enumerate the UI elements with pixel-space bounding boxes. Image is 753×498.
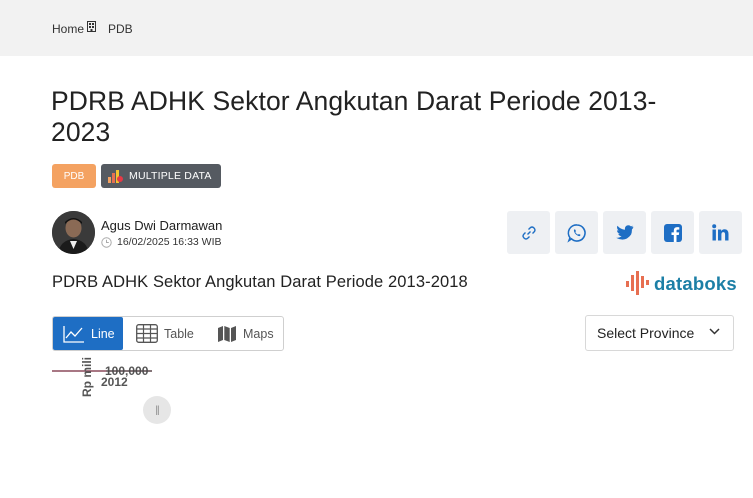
building-icon [87, 21, 97, 32]
share-twitter-button[interactable] [603, 211, 646, 254]
top-bar: Home PDB [0, 0, 753, 56]
chart-slider-handle[interactable]: || [143, 396, 171, 424]
tab-line-label: Line [91, 326, 115, 341]
map-icon [218, 325, 236, 342]
linkedin-icon [712, 224, 729, 241]
tab-line[interactable]: Line [53, 317, 123, 350]
line-chart: 100,000 2012 Rp mili [52, 357, 152, 397]
share-whatsapp-button[interactable] [555, 211, 598, 254]
multiple-data-label: MULTIPLE DATA [129, 170, 212, 182]
category-tag[interactable]: PDB [52, 164, 96, 188]
share-link-button[interactable] [507, 211, 550, 254]
databoks-logo-text: databoks [654, 273, 737, 294]
databoks-logo[interactable]: databoks [626, 271, 737, 297]
multiple-data-badge[interactable]: MULTIPLE DATA [101, 164, 221, 188]
breadcrumb: Home PDB [52, 21, 133, 36]
tab-maps[interactable]: Maps [217, 317, 274, 350]
y-axis-label: Rp mili [80, 357, 94, 397]
chevron-down-icon [709, 328, 720, 335]
publish-meta: 16/02/2025 16:33 WIB [101, 236, 222, 248]
clock-icon [101, 236, 112, 248]
line-chart-icon [63, 325, 84, 343]
province-select-value: Select Province [597, 325, 695, 341]
publish-datetime: 16/02/2025 16:33 WIB [117, 236, 222, 248]
avatar[interactable] [52, 211, 95, 254]
province-select[interactable]: Select Province [585, 315, 734, 351]
breadcrumb-home-link[interactable]: Home [52, 22, 84, 36]
twitter-icon [615, 225, 633, 240]
tab-table-label: Table [164, 326, 194, 341]
share-linkedin-button[interactable] [699, 211, 742, 254]
tab-maps-label: Maps [243, 326, 274, 341]
table-icon [136, 324, 158, 343]
chart-title: PDRB ADHK Sektor Angkutan Darat Periode … [52, 273, 468, 291]
tab-table[interactable]: Table [136, 317, 194, 350]
author-name[interactable]: Agus Dwi Darmawan [101, 218, 222, 233]
link-icon [521, 225, 536, 240]
x-tick-label: 2012 [101, 375, 128, 389]
facebook-icon [663, 223, 682, 242]
chart-view-tabs: Line Table Maps [52, 316, 284, 351]
multiple-data-icon [108, 170, 123, 183]
whatsapp-icon [566, 223, 586, 243]
page-title: PDRB ADHK Sektor Angkutan Darat Periode … [51, 86, 657, 147]
databoks-mark-icon [626, 271, 649, 295]
breadcrumb-current[interactable]: PDB [108, 22, 133, 36]
share-facebook-button[interactable] [651, 211, 694, 254]
